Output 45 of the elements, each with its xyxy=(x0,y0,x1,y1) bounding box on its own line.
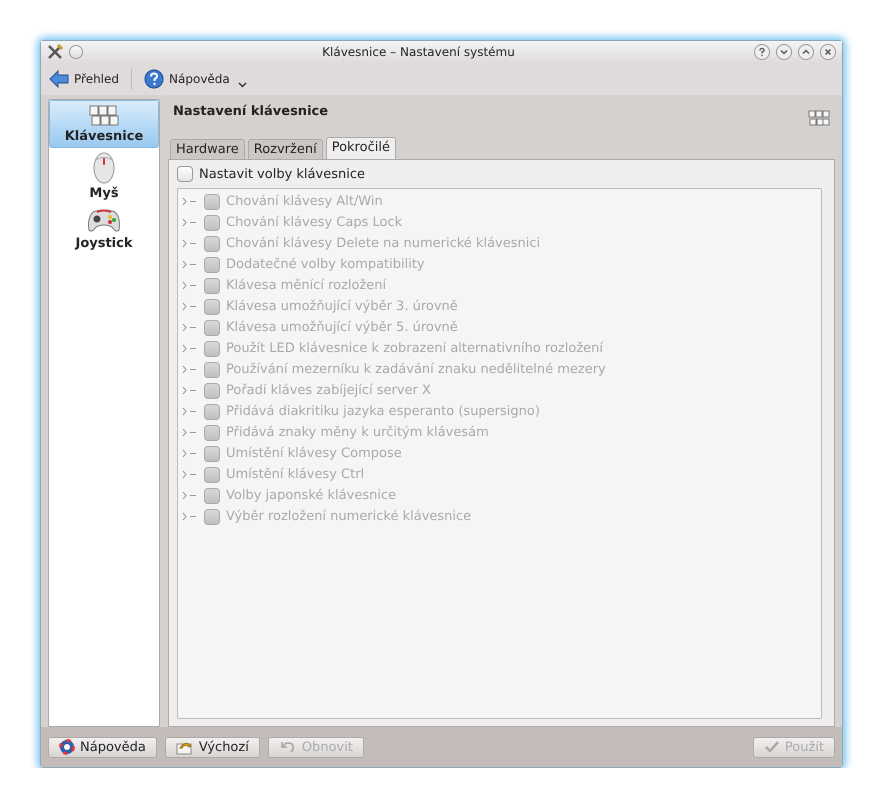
option-label: Přidává diakritiku jazyka esperanto (supersigno) xyxy=(226,404,540,419)
checkbox[interactable] xyxy=(177,166,193,182)
sidebar-item[interactable]: Joystick xyxy=(49,204,159,254)
option-label: Chování klávesy Caps Lock xyxy=(226,215,402,230)
sidebar-item[interactable]: Klávesnice xyxy=(49,100,159,148)
window-title: Klávesnice – Nastavení systému xyxy=(321,45,516,59)
checkbox-label: Nastavit volby klávesnice xyxy=(199,166,365,182)
option-label: Použít LED klávesnice k zobrazení alternativního rozložení xyxy=(226,341,603,356)
option-label: Výběr rozložení numerické klávesnice xyxy=(226,509,472,524)
tools-icon[interactable] xyxy=(47,44,63,60)
option-label: Volby japonské klávesnice xyxy=(226,488,396,503)
checkmark-icon xyxy=(764,739,780,755)
back-arrow-icon xyxy=(49,70,69,88)
undo-icon xyxy=(278,739,297,755)
help-icon xyxy=(144,69,164,89)
option-label: Dodatečné volby kompatibility xyxy=(226,257,425,272)
keyboard-icon xyxy=(808,110,830,126)
option-label: Klávesa měnící rozložení xyxy=(226,278,386,293)
keyboard-icon xyxy=(89,105,119,127)
option-label: Pořadí kláves zabíjející server X xyxy=(226,383,431,398)
option-label: Používání mezerníku k zadávání znaku nedělitelné mezery xyxy=(226,362,606,377)
gamepad-icon xyxy=(87,208,121,234)
option-label: Umístění klávesy Compose xyxy=(226,446,402,461)
help-button[interactable]: Nápověda xyxy=(48,736,157,758)
option-label: Klávesa umožňující výběr 3. úrovně xyxy=(226,299,458,314)
option-label: Umístění klávesy Ctrl xyxy=(226,467,364,482)
lifebuoy-icon xyxy=(59,739,75,755)
defaults-button[interactable]: Výchozí xyxy=(164,736,260,758)
overview-button[interactable]: Přehled xyxy=(47,68,122,90)
help-button[interactable] xyxy=(754,44,770,60)
tab[interactable]: Pokročilé xyxy=(326,137,396,159)
maximize-button[interactable] xyxy=(798,44,814,60)
mouse-icon xyxy=(92,152,116,184)
option-label: Chování klávesy Alt/Win xyxy=(226,194,383,209)
option-label: Klávesa umožňující výběr 5. úrovně xyxy=(226,320,458,335)
close-button[interactable] xyxy=(820,44,836,60)
tab[interactable]: Rozvržení xyxy=(248,139,323,159)
help-menu-button[interactable]: Nápověda xyxy=(142,67,232,91)
page-title: Nastavení klávesnice xyxy=(173,104,328,119)
dropdown-caret-icon[interactable] xyxy=(238,82,247,88)
option-label: Přidává znaky měny k určitým klávesám xyxy=(226,425,489,440)
sidebar-item[interactable]: Myš xyxy=(49,148,159,204)
tab[interactable]: Hardware xyxy=(170,139,245,159)
minimize-button[interactable] xyxy=(776,44,792,60)
option-label: Chování klávesy Delete na numerické klávesnici xyxy=(226,236,540,251)
